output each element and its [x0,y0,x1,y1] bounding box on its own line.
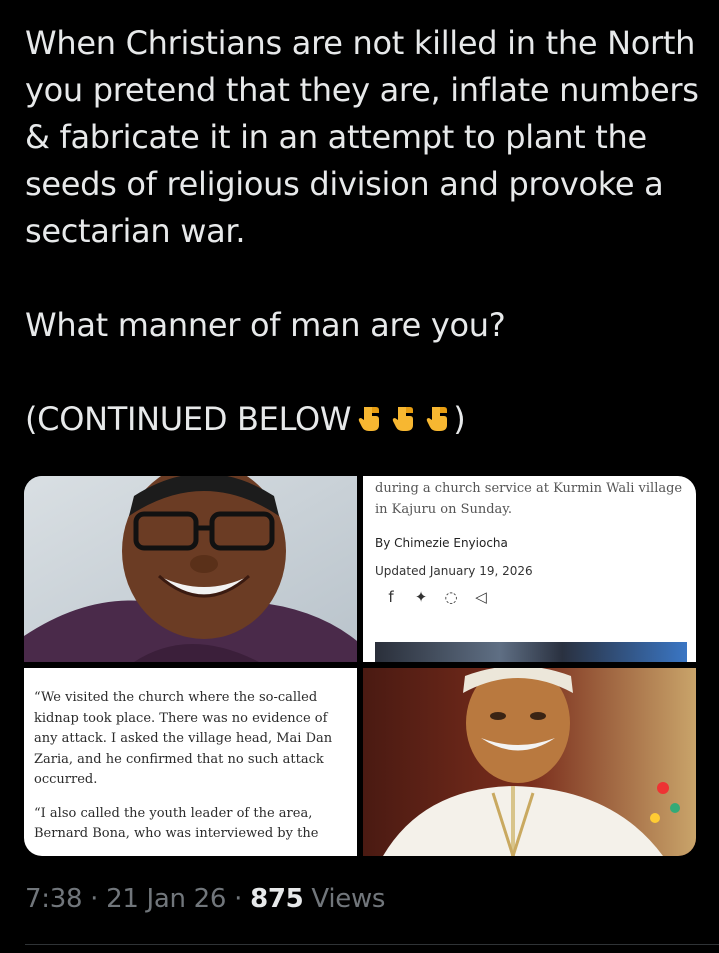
divider [25,944,719,945]
portrait-photo-1 [24,476,357,662]
media-article-screenshot[interactable]: during a church service at Kurmin Wali v… [363,476,696,662]
closing-paren: ) [453,400,466,438]
tweet-text: When Christians are not killed in the No… [25,20,705,443]
article-photo-strip [375,642,687,662]
article-snippet-text: during a church service at Kurmin Wali v… [375,481,683,517]
media-photo-1[interactable] [24,476,357,662]
views-label: Views [311,884,386,914]
media-quote-screenshot[interactable]: “We visited the church where the so-call… [24,668,357,856]
article-byline: By Chimezie Enyiocha [375,536,508,550]
media-grid[interactable]: during a church service at Kurmin Wali v… [24,476,696,856]
article-share-row: f ✦ ◌ ◁ [383,588,489,606]
views-count: 875 [250,884,304,914]
send-icon: ◁ [475,588,487,606]
pointing-down-icon [392,407,414,431]
twitter-icon: ✦ [414,588,428,606]
tweet-time[interactable]: 7:38 [25,884,82,914]
quote-paragraph-1: “We visited the church where the so-call… [34,690,333,787]
whatsapp-icon: ◌ [444,588,458,606]
media-photo-2[interactable] [363,668,696,856]
continued-text: (CONTINUED BELOW [25,400,352,438]
portrait-photo-2 [363,668,696,856]
tweet-paragraph-2: What manner of man are you? [25,306,506,344]
pointing-down-icon [358,407,380,431]
quote-article-body: “We visited the church where the so-call… [34,688,349,856]
pointing-down-icon [426,407,448,431]
meta-separator: · [234,884,243,914]
quote-paragraph-2: “I also called the youth leader of the a… [34,805,319,842]
facebook-icon: f [388,588,394,606]
article-updated-date: Updated January 19, 2026 [375,564,533,578]
tweet-paragraph-3: (CONTINUED BELOW) [25,396,705,443]
tweet-meta: 7:38 · 21 Jan 26 · 875 Views [25,884,385,914]
meta-separator: · [90,884,99,914]
tweet-date[interactable]: 21 Jan 26 [106,884,226,914]
tweet-paragraph-1: When Christians are not killed in the No… [25,24,699,250]
